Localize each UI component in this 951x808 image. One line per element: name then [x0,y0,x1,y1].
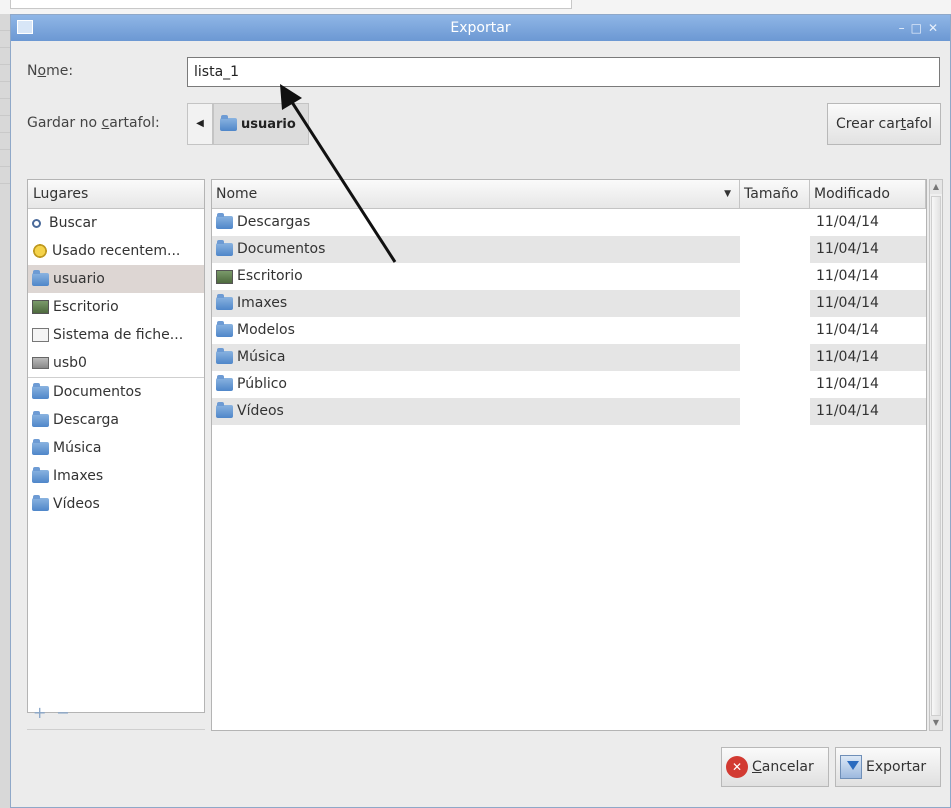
cancel-icon: ✕ [726,756,748,778]
title-bar[interactable]: Exportar –□✕ [11,15,950,41]
scroll-thumb[interactable] [931,196,941,716]
folder-icon [216,294,233,310]
place-filesystem[interactable]: Sistema de fiche... [28,321,204,349]
window-menu-icon[interactable] [17,20,33,34]
folder-icon [216,213,233,229]
sort-down-icon: ▼ [724,189,731,199]
file-row[interactable]: Música 11/04/14 [212,344,926,371]
desktop-icon [216,269,233,284]
place-musica[interactable]: Música [28,434,204,462]
folder-icon [216,348,233,364]
export-button[interactable]: Exportar [835,747,941,787]
place-imaxes[interactable]: Imaxes [28,462,204,490]
close-icon[interactable]: ✕ [928,21,944,35]
folder-icon [32,438,49,455]
export-icon [840,755,862,779]
desktop-icon [32,300,49,314]
column-header-modified[interactable]: Modificado [810,180,926,208]
places-header[interactable]: Lugares [28,180,204,209]
remove-bookmark-button[interactable]: − [56,703,79,722]
file-list-header: Nome ▼ Tamaño Modificado [212,180,926,209]
bookmark-controls: +− [33,703,80,722]
name-label: Nome: [27,63,74,79]
place-documentos[interactable]: Documentos [28,377,204,406]
places-sidebar: Lugares Buscar Usado recentem... usuario… [27,179,205,713]
file-list: Nome ▼ Tamaño Modificado Descargas 11/04/1… [211,179,927,731]
place-descarga[interactable]: Descarga [28,406,204,434]
window-controls: –□✕ [899,15,944,41]
search-icon [32,218,41,228]
column-header-name[interactable]: Nome ▼ [212,180,740,208]
background-window-bar [10,0,572,9]
file-row[interactable]: Documentos 11/04/14 [212,236,926,263]
save-folder-label: Gardar no cartafol: [27,115,160,131]
add-bookmark-button[interactable]: + [33,703,56,722]
folder-icon [216,375,233,391]
folder-icon [32,269,49,286]
file-row[interactable]: Descargas 11/04/14 [212,209,926,236]
maximize-icon[interactable]: □ [911,21,928,35]
cancel-button[interactable]: ✕ Cancelar [721,747,829,787]
chevron-left-icon: ◀ [196,118,204,129]
place-escritorio[interactable]: Escritorio [28,293,204,321]
folder-icon [32,410,49,427]
folder-icon [32,494,49,511]
filesystem-icon [32,328,49,342]
folder-icon [216,321,233,337]
folder-icon [216,240,233,256]
minimize-icon[interactable]: – [899,21,911,35]
column-header-size[interactable]: Tamaño [740,180,810,208]
place-recent[interactable]: Usado recentem... [28,237,204,265]
background-window-left [0,14,10,808]
place-usuario[interactable]: usuario [28,265,204,293]
recent-icon [32,243,48,259]
background-window-top [0,0,951,14]
scroll-down-icon[interactable]: ▼ [930,716,942,730]
file-row[interactable]: Público 11/04/14 [212,371,926,398]
file-list-scrollbar[interactable]: ▲ ▼ [929,179,943,731]
path-button-usuario[interactable]: usuario [213,103,309,145]
place-usb0[interactable]: usb0 [28,349,204,377]
export-dialog: Exportar –□✕ Nome: Gardar no cartafol: ◀… [10,14,951,808]
folder-icon [32,382,49,399]
file-row[interactable]: Imaxes 11/04/14 [212,290,926,317]
folder-icon [32,466,49,483]
file-row[interactable]: Modelos 11/04/14 [212,317,926,344]
sidebar-divider [27,729,205,730]
create-folder-button[interactable]: Crear cartafol [827,103,941,145]
file-row[interactable]: Escritorio 11/04/14 [212,263,926,290]
scroll-up-icon[interactable]: ▲ [930,180,942,194]
file-row[interactable]: Vídeos 11/04/14 [212,398,926,425]
filename-input[interactable] [187,57,940,87]
usb-drive-icon [32,357,49,369]
path-back-button[interactable]: ◀ [187,103,213,145]
folder-icon [216,402,233,418]
window-title: Exportar [450,20,511,36]
place-search[interactable]: Buscar [28,209,204,237]
folder-icon [220,114,237,131]
place-videos[interactable]: Vídeos [28,490,204,518]
